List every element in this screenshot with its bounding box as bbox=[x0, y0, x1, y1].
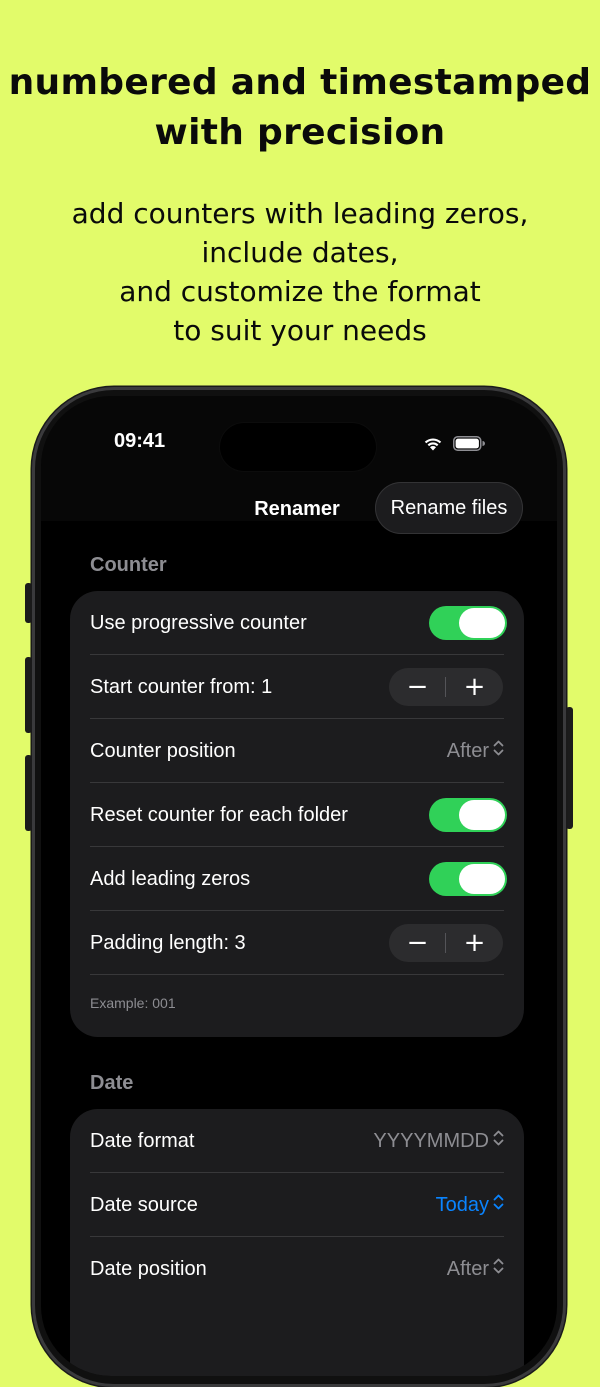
status-time: 09:41 bbox=[114, 430, 166, 452]
reset-counter-label: Reset counter for each folder bbox=[90, 803, 348, 826]
status-icons bbox=[423, 436, 485, 455]
row-date-format[interactable]: Date format YYYYMMDD bbox=[90, 1109, 504, 1173]
row-start-counter-from: Start counter from: 1 − + bbox=[90, 655, 504, 719]
subline-line-3: and customize the format bbox=[119, 275, 481, 308]
stepper-divider bbox=[445, 677, 446, 697]
subline: add counters with leading zeros, include… bbox=[0, 194, 600, 350]
padding-length-stepper: − + bbox=[389, 924, 503, 962]
row-date-position[interactable]: Date position After bbox=[90, 1237, 504, 1301]
counter-example-text: Example: 001 bbox=[90, 995, 176, 1011]
dynamic-island bbox=[220, 423, 376, 471]
padding-length-decrement-button[interactable]: − bbox=[389, 924, 446, 962]
date-position-value: After bbox=[446, 1257, 489, 1280]
row-counter-position[interactable]: Counter position After bbox=[90, 719, 504, 783]
headline-line-2: with precision bbox=[154, 112, 446, 153]
wifi-icon bbox=[423, 436, 443, 455]
leading-zeros-label: Add leading zeros bbox=[90, 867, 251, 890]
phone-volume-up-button bbox=[25, 657, 32, 733]
toggle-knob bbox=[459, 800, 505, 830]
phone-action-button bbox=[25, 583, 32, 623]
leading-zeros-toggle[interactable] bbox=[429, 862, 507, 896]
row-add-leading-zeros: Add leading zeros bbox=[90, 847, 507, 911]
chevron-up-down-icon bbox=[493, 1129, 504, 1153]
use-progressive-counter-label: Use progressive counter bbox=[90, 611, 307, 634]
counter-position-picker[interactable]: After bbox=[447, 739, 504, 763]
date-format-value: YYYYMMDD bbox=[373, 1129, 489, 1152]
chevron-up-down-icon bbox=[493, 739, 504, 763]
reset-counter-toggle[interactable] bbox=[429, 798, 507, 832]
chevron-up-down-icon bbox=[493, 1257, 504, 1281]
date-format-picker[interactable]: YYYYMMDD bbox=[373, 1129, 504, 1153]
toggle-knob bbox=[459, 864, 505, 894]
stepper-divider bbox=[445, 933, 446, 953]
date-source-label: Date source bbox=[90, 1193, 198, 1216]
counter-group: Use progressive counter Start counter fr… bbox=[70, 591, 524, 1037]
row-date-source[interactable]: Date source Today bbox=[90, 1173, 504, 1237]
date-position-picker[interactable]: After bbox=[447, 1257, 504, 1281]
minus-icon: − bbox=[406, 928, 429, 958]
plus-icon: + bbox=[463, 672, 486, 702]
phone-volume-down-button bbox=[25, 755, 32, 831]
counter-position-label: Counter position bbox=[90, 739, 236, 762]
section-header-date: Date bbox=[90, 1072, 134, 1094]
counter-position-value: After bbox=[446, 739, 489, 762]
rename-files-button[interactable]: Rename files bbox=[375, 482, 523, 534]
start-counter-decrement-button[interactable]: − bbox=[389, 668, 446, 706]
toggle-knob bbox=[459, 608, 505, 638]
use-progressive-counter-toggle[interactable] bbox=[429, 606, 507, 640]
subline-line-1: add counters with leading zeros, bbox=[71, 197, 529, 230]
headline-line-1: numbered and timestamped bbox=[8, 62, 592, 103]
headline: numbered and timestamped with precision bbox=[0, 58, 600, 158]
start-counter-label: Start counter from: 1 bbox=[90, 675, 273, 698]
subline-line-4: to suit your needs bbox=[173, 314, 427, 347]
row-reset-counter-each-folder: Reset counter for each folder bbox=[90, 783, 507, 847]
section-header-counter: Counter bbox=[90, 554, 167, 576]
minus-icon: − bbox=[406, 672, 429, 702]
phone-screen: 09:41 Renamer Rename files Counter Use p… bbox=[41, 396, 557, 1376]
row-padding-length: Padding length: 3 − + bbox=[90, 911, 504, 975]
start-counter-stepper: − + bbox=[389, 668, 503, 706]
padding-length-label: Padding length: 3 bbox=[90, 931, 246, 954]
phone-power-button bbox=[566, 707, 573, 829]
padding-length-increment-button[interactable]: + bbox=[446, 924, 503, 962]
date-position-label: Date position bbox=[90, 1257, 207, 1280]
date-group: Date format YYYYMMDD Date source Today D… bbox=[70, 1109, 524, 1376]
date-format-label: Date format bbox=[90, 1129, 195, 1152]
row-use-progressive-counter: Use progressive counter bbox=[90, 591, 507, 655]
nav-title: Renamer bbox=[254, 498, 340, 520]
plus-icon: + bbox=[463, 928, 486, 958]
date-source-value: Today bbox=[435, 1193, 489, 1216]
chevron-up-down-icon bbox=[493, 1193, 504, 1217]
battery-icon bbox=[453, 436, 485, 455]
start-counter-increment-button[interactable]: + bbox=[446, 668, 503, 706]
date-source-picker[interactable]: Today bbox=[436, 1193, 504, 1217]
subline-line-2: include dates, bbox=[201, 236, 399, 269]
